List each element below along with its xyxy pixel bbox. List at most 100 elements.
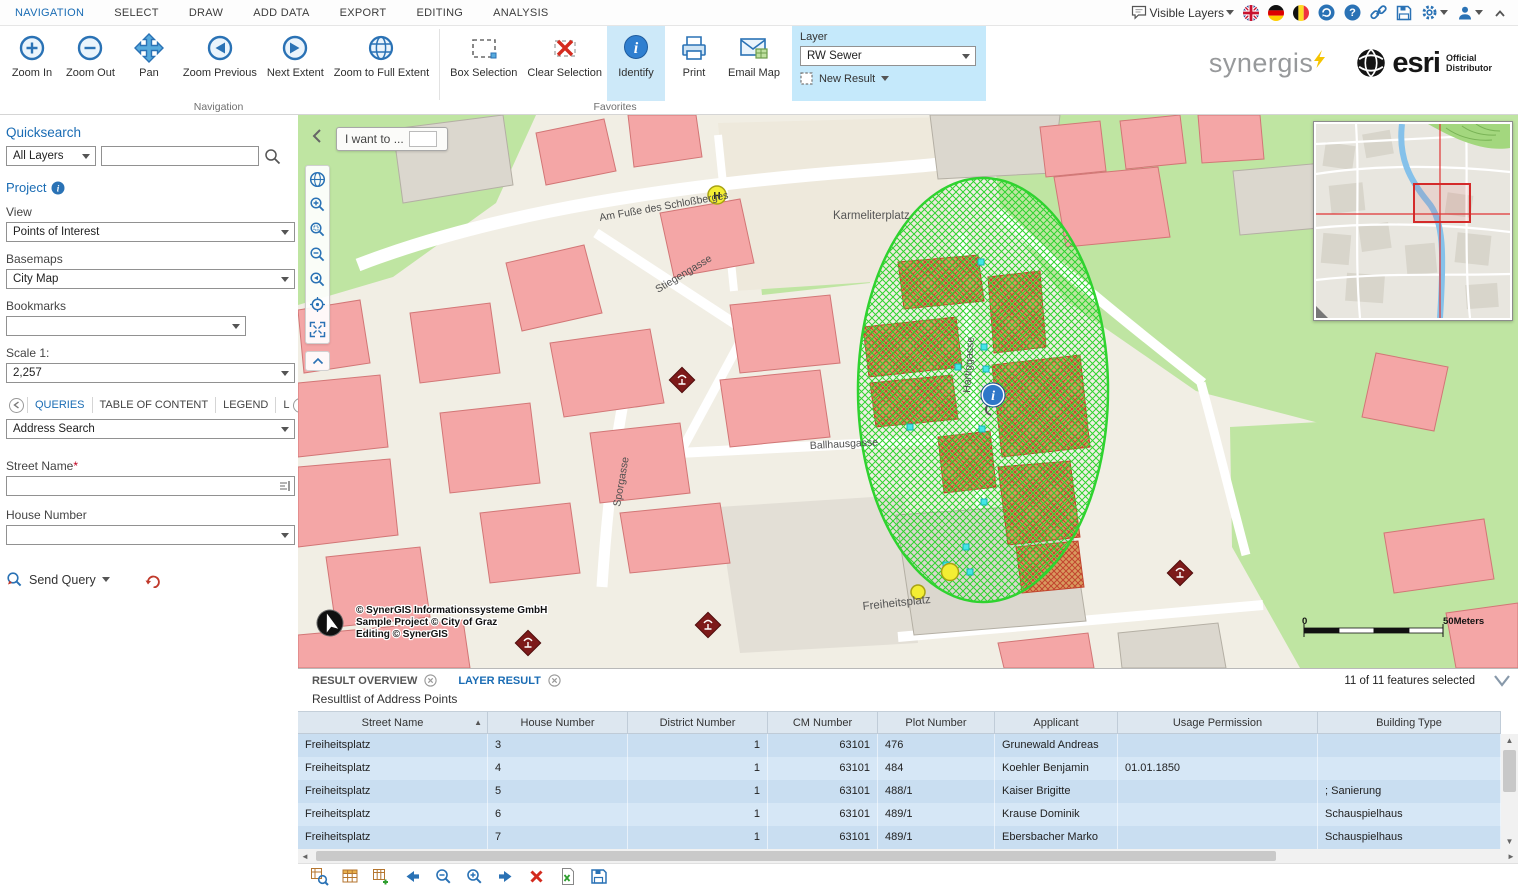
settings-button[interactable] [1421,4,1448,21]
column-header-cm-number[interactable]: CM Number [768,712,878,733]
center-map-tool-icon[interactable] [309,296,326,313]
remove-result-button[interactable] [527,867,546,886]
tab-result-overview[interactable]: RESULT OVERVIEW [312,675,417,687]
scale-select[interactable]: 2,257 [6,363,295,383]
house-number-select[interactable] [6,525,295,545]
tab-clipped[interactable]: L [275,397,290,413]
tab-table-of-content[interactable]: TABLE OF CONTENT [92,397,216,413]
print-button[interactable]: Print [665,26,723,101]
help-icon[interactable]: ? [1344,4,1361,21]
new-result-button[interactable]: New Result [800,72,978,85]
menu-tab-add-data[interactable]: ADD DATA [238,0,324,26]
menu-tab-analysis[interactable]: ANALYSIS [478,0,563,26]
menu-tab-export[interactable]: EXPORT [325,0,402,26]
i-want-to-box[interactable]: I want to ... [336,127,448,151]
basemap-select[interactable]: City Map [6,269,295,289]
zoom-previous-tool-icon[interactable] [309,271,326,288]
collapse-ribbon-icon[interactable] [1492,7,1508,19]
tab-layer-result[interactable]: LAYER RESULT [458,675,541,687]
full-extent-tool-icon[interactable] [309,321,326,338]
visible-layers-button[interactable]: Visible Layers [1131,5,1234,20]
column-header-applicant[interactable]: Applicant [995,712,1118,733]
column-header-plot-number[interactable]: Plot Number [878,712,995,733]
collapse-results-icon[interactable] [1492,674,1512,688]
vertical-scrollbar[interactable]: ▲ ▼ [1501,734,1518,849]
menu-tab-editing[interactable]: EDITING [401,0,478,26]
horizontal-scrollbar[interactable]: ◄ ► [298,849,1518,863]
scroll-up-icon[interactable]: ▲ [1506,734,1514,748]
reset-query-icon[interactable] [144,572,162,588]
column-header-house-number[interactable]: House Number [488,712,628,733]
overview-map[interactable] [1313,121,1513,321]
view-select[interactable]: Points of Interest [6,222,295,242]
zoom-out-result-button[interactable] [434,867,453,886]
bookmark-select[interactable] [6,316,246,336]
close-icon[interactable] [424,674,437,687]
tabs-scroll-left-button[interactable] [9,398,24,413]
vertical-scroll-thumb[interactable] [1503,750,1516,792]
save-icon[interactable] [1396,5,1412,21]
email-map-button[interactable]: Email Map [723,26,785,101]
column-header-building-type[interactable]: Building Type [1318,712,1501,733]
info-icon[interactable]: i [51,181,65,195]
flag-uk-icon[interactable] [1243,5,1259,21]
previous-result-button[interactable] [403,867,422,886]
pan-button[interactable]: Pan [120,26,178,101]
send-query-button[interactable]: Send Query [6,571,110,588]
scroll-down-icon[interactable]: ▼ [1506,835,1514,849]
column-header-district-number[interactable]: District Number [628,712,768,733]
quicksearch-input[interactable] [101,146,259,166]
next-result-button[interactable] [496,867,515,886]
table-row[interactable]: Freiheitsplatz6163101489/1Krause Dominik… [298,803,1501,826]
zoom-box-tool-icon[interactable] [309,221,326,238]
zoom-to-result-button[interactable] [310,867,329,886]
street-name-input[interactable] [6,476,295,496]
autocomplete-icon[interactable] [279,480,291,492]
layer-select[interactable]: RW Sewer [800,46,976,66]
tab-queries[interactable]: QUERIES [27,397,92,413]
close-icon[interactable] [548,674,561,687]
menu-tab-navigation[interactable]: NAVIGATION [0,0,99,26]
horizontal-scroll-thumb[interactable] [316,851,1276,861]
link-icon[interactable] [1370,4,1387,21]
table-row[interactable]: Freiheitsplatz5163101488/1Kaiser Brigitt… [298,780,1501,803]
column-header-street-name[interactable]: Street Name▲ [298,712,488,733]
zoom-out-tool-icon[interactable] [309,246,326,263]
table-row[interactable]: Freiheitsplatz4163101484Koehler Benjamin… [298,757,1501,780]
search-scope-select[interactable]: All Layers [6,146,96,166]
identify-button[interactable]: i Identify [607,26,665,101]
show-table-button[interactable] [341,867,360,886]
zoom-in-result-button[interactable] [465,867,484,886]
map-viewport[interactable]: H i [298,115,1518,668]
zoom-in-tool-icon[interactable] [309,196,326,213]
flag-belgium-icon[interactable] [1293,5,1309,21]
collapse-sidebar-icon[interactable] [312,129,322,143]
table-row[interactable]: Freiheitsplatz7163101489/1Ebersbacher Ma… [298,826,1501,849]
menu-tab-draw[interactable]: DRAW [174,0,238,26]
scroll-right-icon[interactable]: ► [1504,852,1518,861]
export-excel-button[interactable] [558,867,577,886]
box-selection-button[interactable]: Box Selection [445,26,522,101]
i-want-to-input[interactable] [409,131,437,147]
query-type-select[interactable]: Address Search [6,419,295,439]
next-extent-button[interactable]: Next Extent [262,26,329,101]
zoom-full-extent-button[interactable]: Zoom to Full Extent [329,26,434,101]
clear-selection-button[interactable]: Clear Selection [522,26,607,101]
menu-tab-select[interactable]: SELECT [99,0,174,26]
refresh-icon[interactable] [1318,4,1335,21]
globe-tool-icon[interactable] [309,171,326,188]
zoom-previous-button[interactable]: Zoom Previous [178,26,262,101]
zoom-out-button[interactable]: Zoom Out [61,26,120,101]
user-menu-button[interactable] [1457,5,1483,21]
tab-legend[interactable]: LEGEND [215,397,275,413]
overview-extent-rect[interactable] [1414,184,1470,222]
flag-germany-icon[interactable] [1268,5,1284,21]
scroll-left-icon[interactable]: ◄ [298,852,312,861]
save-result-button[interactable] [589,867,608,886]
map-toolbar-collapse-button[interactable] [305,351,330,371]
add-to-table-button[interactable] [372,867,391,886]
search-icon[interactable] [264,148,281,165]
zoom-in-button[interactable]: Zoom In [3,26,61,101]
table-row[interactable]: Freiheitsplatz3163101476Grunewald Andrea… [298,734,1501,757]
column-header-usage-permission[interactable]: Usage Permission [1118,712,1318,733]
